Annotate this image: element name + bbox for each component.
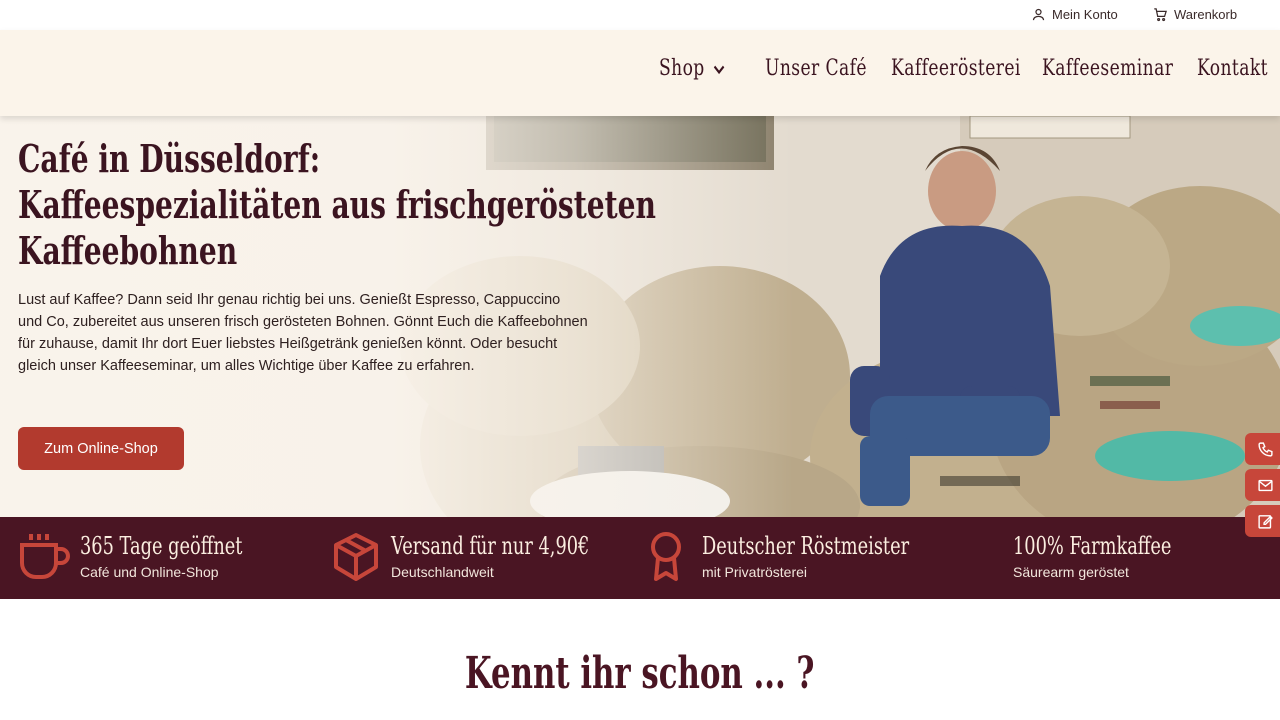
hero-heading-line: Café in Düsseldorf: <box>18 136 321 181</box>
section-heading: Kennt ihr schon ... ? <box>0 648 1280 699</box>
mail-icon <box>1257 479 1273 491</box>
mail-button[interactable] <box>1245 469 1280 501</box>
feature-subtitle: Säurearm geröstet <box>1013 564 1129 580</box>
hero-heading: Café in Düsseldorf: Kaffeespezialitäten … <box>18 136 656 274</box>
feature-title: 365 Tage geöffnet <box>80 532 243 560</box>
phone-icon <box>1257 441 1273 457</box>
nav-item-label: Kaffeeseminar <box>1042 56 1174 81</box>
main-navigation: Shop Unser Café Kaffeerösterei Kaffeesem… <box>0 30 1280 116</box>
shopping-cart-icon <box>1154 8 1167 22</box>
nav-item-kontakt[interactable]: Kontakt <box>1197 56 1268 81</box>
hero-description: Lust auf Kaffee? Dann seid Ihr genau ric… <box>18 292 588 374</box>
package-box-icon <box>334 533 378 581</box>
cart-link[interactable]: Warenkorb <box>1153 7 1237 22</box>
user-icon <box>1032 8 1045 21</box>
feature-subtitle: Deutschlandweit <box>391 564 494 580</box>
features-band: 365 Tage geöffnet Café und Online-Shop V… <box>0 517 1280 599</box>
nav-item-kaffeeroesterei[interactable]: Kaffeerösterei <box>891 56 1021 81</box>
nav-item-unser-cafe[interactable]: Unser Café <box>765 56 867 81</box>
cart-label: Warenkorb <box>1174 7 1238 22</box>
phone-button[interactable] <box>1245 433 1280 465</box>
online-shop-button[interactable]: Zum Online-Shop <box>18 427 184 470</box>
section-heading-text: Kennt ihr schon ... ? <box>465 648 815 699</box>
award-ribbon-icon <box>651 532 681 581</box>
my-account-label: Mein Konto <box>1052 7 1118 22</box>
top-utility-bar: Mein Konto Warenkorb <box>0 0 1280 30</box>
nav-item-label: Unser Café <box>765 56 867 81</box>
hero-heading-line: Kaffeebohnen <box>18 228 238 273</box>
my-account-link[interactable]: Mein Konto <box>1031 7 1118 22</box>
coffee-cup-icon <box>20 534 70 579</box>
nav-item-shop[interactable]: Shop <box>659 56 727 81</box>
chevron-down-icon <box>713 65 724 74</box>
nav-item-label: Shop <box>659 56 705 81</box>
hero-heading-line: Kaffeespezialitäten aus frischgerösteten <box>18 182 656 227</box>
hero-section: Café in Düsseldorf: Kaffeespezialitäten … <box>0 116 1280 517</box>
nav-item-label: Kaffeerösterei <box>891 56 1021 81</box>
feature-title: Versand für nur 4,90€ <box>391 532 590 560</box>
feature-title: Deutscher Röstmeister <box>702 532 910 560</box>
edit-form-icon <box>1257 514 1273 529</box>
nav-item-label: Kontakt <box>1197 56 1268 81</box>
nav-item-kaffeeseminar[interactable]: Kaffeeseminar <box>1042 56 1173 81</box>
contact-form-button[interactable] <box>1245 505 1280 537</box>
feature-subtitle: mit Privatrösterei <box>702 564 808 580</box>
feature-title: 100% Farmkaffee <box>1013 532 1172 560</box>
feature-subtitle: Café und Online-Shop <box>80 564 219 580</box>
